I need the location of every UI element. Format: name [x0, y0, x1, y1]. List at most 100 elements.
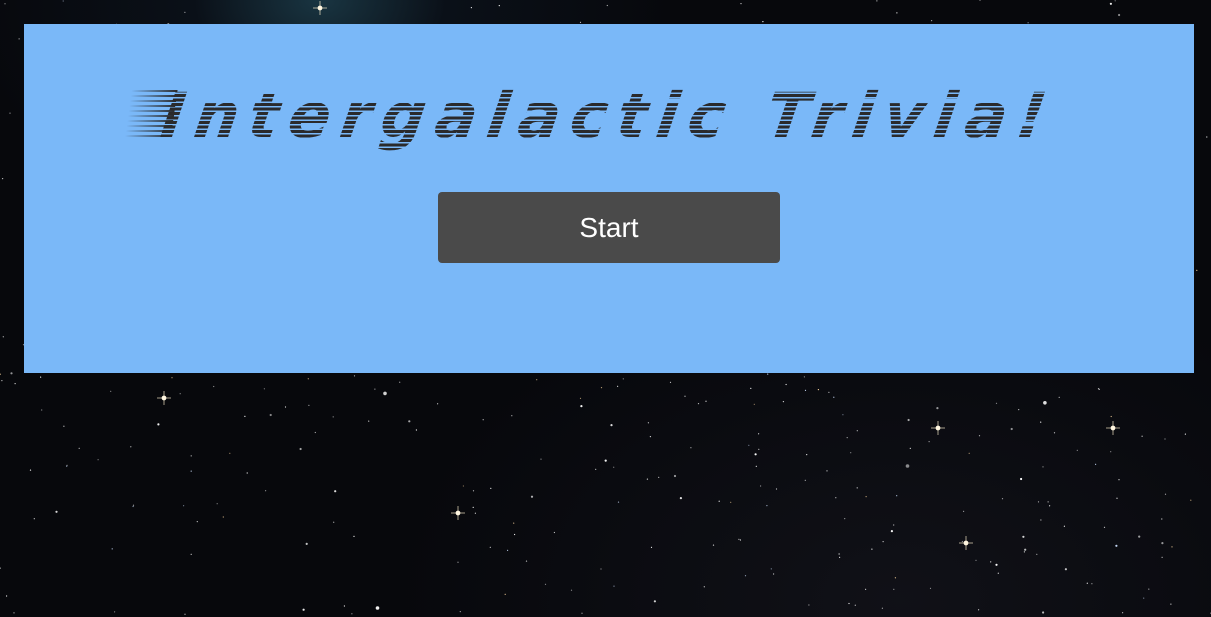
star [183, 505, 185, 507]
star [302, 608, 305, 611]
star [353, 375, 356, 377]
star [513, 522, 515, 524]
star [1024, 548, 1027, 551]
bright-star [1106, 421, 1120, 435]
star [760, 485, 762, 487]
star [1043, 401, 1047, 405]
star [617, 501, 620, 503]
star [489, 546, 491, 548]
star [1086, 582, 1088, 584]
star [748, 444, 750, 446]
star [1109, 2, 1112, 5]
star [766, 505, 768, 507]
star [896, 12, 898, 14]
star [1022, 535, 1025, 538]
star [1110, 415, 1112, 418]
star [244, 415, 246, 417]
star [536, 379, 538, 381]
star [1196, 269, 1198, 271]
star [1161, 518, 1163, 520]
star [190, 455, 192, 457]
star [1076, 449, 1078, 451]
star [928, 441, 930, 443]
bright-star [931, 421, 945, 435]
star [375, 606, 380, 610]
star [846, 437, 848, 439]
star [600, 387, 603, 389]
star [351, 613, 353, 615]
star [622, 378, 624, 380]
star [1114, 0, 1116, 2]
star [1036, 553, 1038, 556]
star [1049, 505, 1051, 507]
star [905, 464, 910, 468]
star [893, 588, 895, 590]
star [462, 485, 464, 487]
star [865, 496, 867, 498]
star [782, 401, 785, 403]
star [850, 452, 852, 454]
star [828, 391, 830, 393]
star [610, 424, 613, 427]
star [806, 454, 808, 456]
star [839, 556, 841, 558]
star [13, 612, 15, 614]
star [600, 568, 602, 570]
star [1122, 612, 1124, 614]
star [1037, 501, 1040, 503]
star [1058, 396, 1060, 398]
start-button[interactable]: Start [438, 192, 780, 263]
star [856, 430, 858, 432]
star [773, 573, 775, 575]
star [474, 512, 476, 514]
star [808, 604, 810, 606]
star [613, 466, 615, 468]
star [804, 479, 806, 481]
star [1170, 603, 1172, 605]
star [1, 178, 4, 180]
bright-star [157, 391, 171, 405]
star [472, 490, 475, 492]
star [705, 400, 707, 402]
star [1053, 432, 1056, 434]
star [437, 403, 439, 405]
star [1161, 542, 1164, 545]
star [978, 435, 981, 437]
star [1206, 136, 1208, 138]
star [775, 488, 778, 490]
star [368, 420, 370, 422]
star [498, 5, 500, 7]
star [305, 542, 308, 546]
star [1042, 466, 1044, 468]
star [738, 538, 740, 541]
star [0, 373, 1, 375]
star [415, 429, 417, 431]
star [33, 518, 35, 520]
star [1118, 13, 1121, 17]
star [978, 609, 980, 611]
star [265, 490, 267, 492]
star [1171, 546, 1173, 548]
star [1063, 525, 1065, 527]
star [990, 561, 992, 563]
star [66, 465, 68, 467]
star [890, 530, 894, 533]
star [817, 389, 820, 391]
star [307, 378, 309, 380]
star [755, 465, 757, 467]
star [703, 586, 705, 588]
star [383, 391, 387, 396]
star [78, 447, 80, 449]
star [216, 503, 218, 505]
star [470, 7, 472, 9]
star [10, 372, 13, 375]
bright-star [959, 536, 973, 550]
star [931, 20, 933, 22]
star [314, 431, 316, 434]
star [718, 500, 720, 502]
star [1020, 477, 1023, 481]
star [1, 380, 3, 382]
star [1001, 498, 1004, 500]
star [1115, 544, 1118, 547]
star [530, 495, 534, 498]
